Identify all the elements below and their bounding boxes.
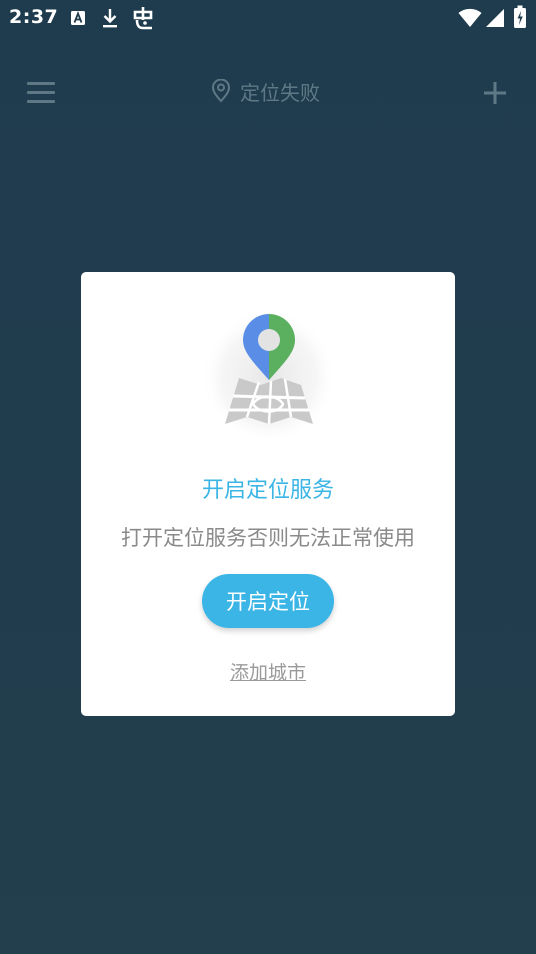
- map-location-pin-illustration: [201, 302, 337, 438]
- battery-charging-icon: [514, 5, 526, 28]
- status-time: 2:37: [9, 6, 59, 28]
- location-status-text: 定位失败: [240, 80, 320, 105]
- plus-icon[interactable]: [478, 76, 512, 110]
- app-screen: 2:37 定位失败 开启定位服务 打开定位服务否则无法正常使用 开启定位 添加城…: [0, 0, 536, 954]
- location-title[interactable]: 定位失败: [210, 76, 320, 106]
- dialog-title: 开启定位服务: [201, 478, 334, 503]
- bug-icon: [133, 7, 153, 30]
- menu-button[interactable]: [22, 74, 60, 110]
- location-permission-card: 开启定位服务 打开定位服务否则无法正常使用 开启定位 添加城市: [81, 272, 455, 716]
- wifi-icon: [458, 8, 482, 27]
- status-bar: 2:37: [0, 0, 536, 38]
- location-pin-icon: [211, 79, 231, 103]
- signal-icon: [486, 9, 504, 27]
- enable-location-button[interactable]: 开启定位: [202, 574, 334, 628]
- download-icon: [103, 9, 117, 28]
- a-notification-icon: [71, 11, 85, 25]
- app-bar: 定位失败: [0, 60, 536, 124]
- dialog-subtitle: 打开定位服务否则无法正常使用: [121, 526, 415, 550]
- add-city-link[interactable]: 添加城市: [81, 658, 455, 685]
